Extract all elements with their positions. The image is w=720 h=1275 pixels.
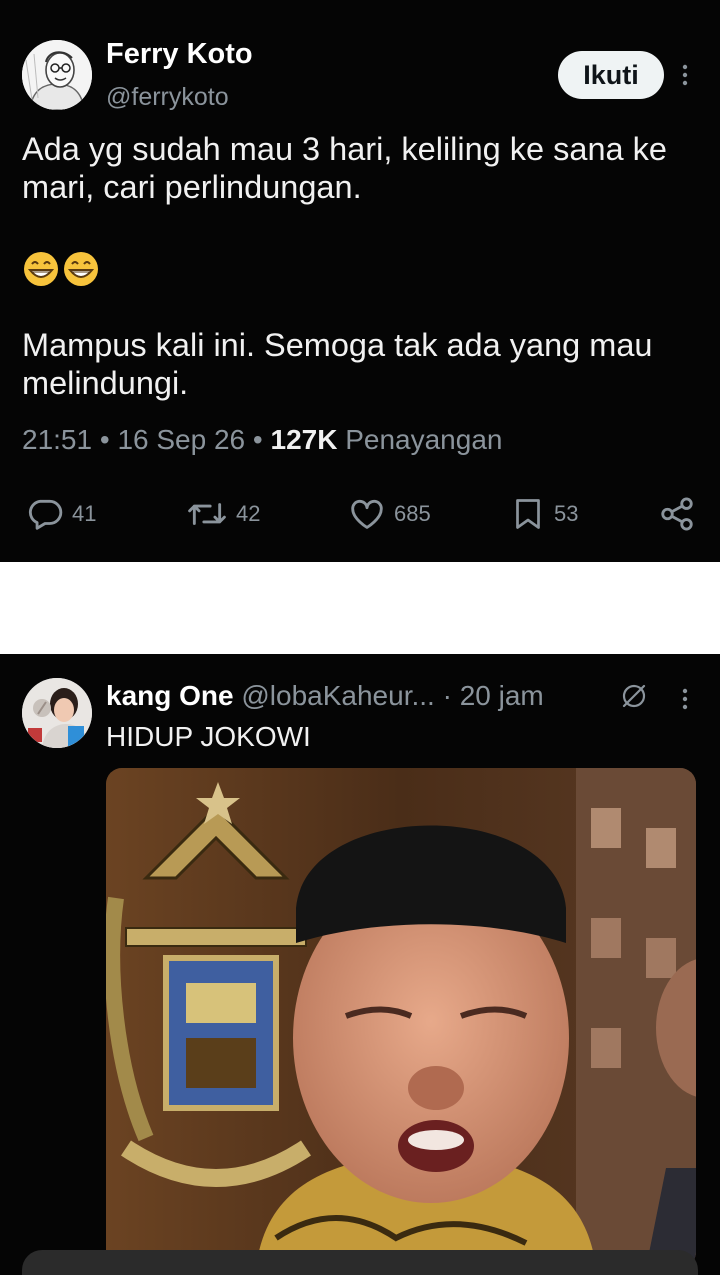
tweet-card-kang-one[interactable]: kang One @lobaKaheur... · 20 jam HIDUP J… xyxy=(0,654,720,1275)
follow-button[interactable]: Ikuti xyxy=(558,51,664,99)
separator-gap xyxy=(0,562,720,654)
views-label[interactable]: Penayangan xyxy=(345,424,502,455)
views-count[interactable]: 127K xyxy=(271,424,338,455)
bottom-overlay-bar xyxy=(22,1250,698,1275)
separator-dot: • xyxy=(252,424,271,455)
more-icon[interactable] xyxy=(678,684,692,714)
separator-dot: • xyxy=(99,424,118,455)
tweet-card-ferry-koto[interactable]: Ferry Koto @ferrykoto Ikuti Ada yg sudah… xyxy=(0,0,720,562)
like-icon xyxy=(351,499,383,529)
retweet-button[interactable]: 42 xyxy=(186,493,260,535)
grinning-face-icon xyxy=(64,252,98,286)
more-icon[interactable] xyxy=(678,60,692,90)
video-thumbnail-image xyxy=(106,768,696,1268)
author-handle[interactable]: @ferrykoto xyxy=(106,83,229,112)
share-icon xyxy=(661,497,693,531)
tweet-actions: 41 42 685 53 xyxy=(0,493,720,535)
author-name[interactable]: Ferry Koto xyxy=(106,38,253,71)
tweet-video-media[interactable] xyxy=(106,768,696,1268)
share-button[interactable] xyxy=(658,493,696,535)
tweet-date[interactable]: 16 Sep 26 xyxy=(117,424,245,455)
tweet-time[interactable]: · 20 jam xyxy=(443,680,544,711)
like-count: 685 xyxy=(394,501,431,526)
author-name[interactable]: kang One xyxy=(106,680,234,711)
retweet-icon xyxy=(188,503,226,525)
tweet-text: HIDUP JOKOWI xyxy=(106,721,311,752)
emoji-row xyxy=(22,250,100,288)
bookmark-count: 53 xyxy=(554,501,579,526)
bookmark-icon xyxy=(516,499,540,529)
tweet-meta: 21:51 • 16 Sep 26 • 127K Penayangan xyxy=(22,424,502,456)
reply-count: 41 xyxy=(72,501,97,526)
bookmark-button[interactable]: 53 xyxy=(510,493,578,535)
tweet-text-paragraph: Mampus kali ini. Semoga tak ada yang mau… xyxy=(22,327,653,401)
avatar[interactable] xyxy=(22,40,92,110)
reply-icon xyxy=(28,499,63,530)
retweet-count: 42 xyxy=(236,501,261,526)
reply-button[interactable]: 41 xyxy=(26,493,96,535)
tweet-text-paragraph: Ada yg sudah mau 3 hari, keliling ke san… xyxy=(22,131,667,205)
grok-icon[interactable] xyxy=(620,682,648,710)
tweet-header: kang One @lobaKaheur... · 20 jam xyxy=(106,680,544,712)
like-button[interactable]: 685 xyxy=(348,493,431,535)
author-handle[interactable]: @lobaKaheur... xyxy=(241,680,434,711)
avatar[interactable] xyxy=(22,678,92,748)
grinning-face-icon xyxy=(24,252,58,286)
tweet-time[interactable]: 21:51 xyxy=(22,424,92,455)
